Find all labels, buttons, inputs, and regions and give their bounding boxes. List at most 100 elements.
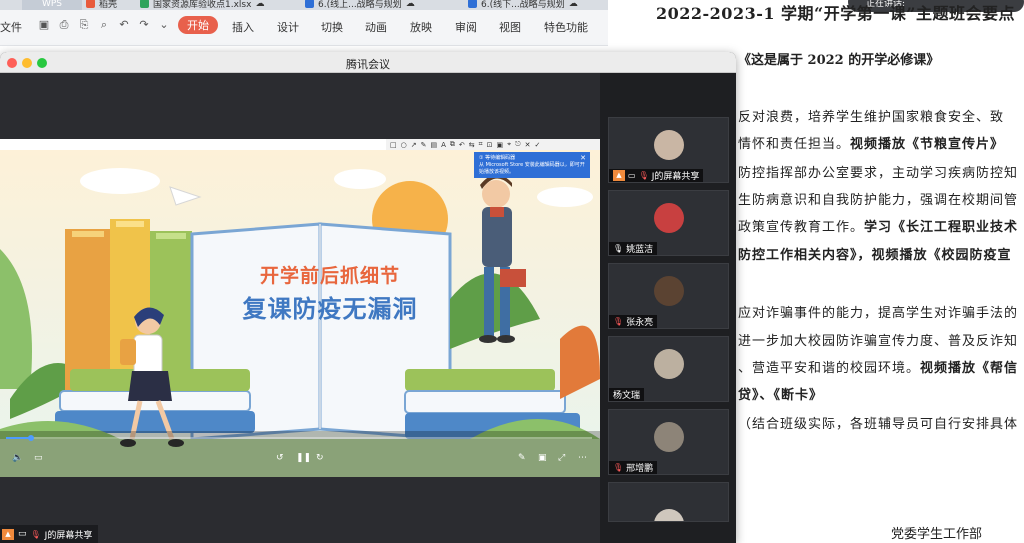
rectangle-tool-icon[interactable]: □ xyxy=(390,141,397,149)
crop-icon[interactable]: ⌗ xyxy=(479,140,483,149)
line-bold: 防控工作相关内容》，视频播放《校园防疫宣 xyxy=(738,248,1012,263)
share-icon[interactable]: ⎋ xyxy=(515,140,521,149)
confirm-icon[interactable]: ✓ xyxy=(534,141,540,149)
undo-icon[interactable]: ↶ xyxy=(459,141,465,149)
close-icon[interactable]: ✕ xyxy=(525,141,531,149)
participant-list: ▲ ▭ 🎙 J的屏幕共享 🎙 姚蓝洁 🎙 张永亮 杨文瑞 🎙 邢增鹏 xyxy=(600,73,736,543)
redo-icon[interactable]: ↷ xyxy=(138,19,150,31)
pen-icon[interactable]: ✎ xyxy=(518,453,526,463)
participant-tile[interactable]: 🎙 张永亮 xyxy=(608,263,729,329)
progress-fill xyxy=(6,437,30,439)
menu-slideshow[interactable]: 放映 xyxy=(410,19,432,35)
screen-share-indicator[interactable]: ▲ ▭ 🎙 J的屏幕共享 xyxy=(0,525,99,543)
menu-animation[interactable]: 动画 xyxy=(365,19,387,35)
document-line: （结合班级实际，各班辅导员可自行安排具体 xyxy=(738,413,1018,432)
participant-label: ▲ ▭ 🎙 J的屏幕共享 xyxy=(609,169,704,182)
menu-transition[interactable]: 切换 xyxy=(321,19,343,35)
scan-icon[interactable]: ⊡ xyxy=(487,141,493,149)
participant-tile[interactable] xyxy=(608,482,729,522)
save-icon[interactable]: ▣ xyxy=(496,141,503,149)
pin-icon[interactable]: ⌖ xyxy=(507,140,511,149)
xlsx-tab[interactable]: 国家资源库验收点1.xlsx ☁ xyxy=(140,0,264,10)
slide-headline-primary: 开学前后抓细节 xyxy=(259,265,400,287)
progress-bar[interactable] xyxy=(6,437,592,439)
arrow-tool-icon[interactable]: ↗ xyxy=(411,141,417,149)
doc-tab-online[interactable]: 6.(线上...战略与规划 ☁ xyxy=(305,0,415,10)
forward-icon[interactable]: ↻ xyxy=(316,453,324,463)
participant-tile[interactable]: 杨文瑞 xyxy=(608,336,729,402)
text-tool-icon[interactable]: A xyxy=(441,141,446,149)
slide-headline-secondary: 复课防疫无漏洞 xyxy=(242,295,418,323)
preview-icon[interactable]: ⌕ xyxy=(98,19,110,31)
notification-body: 从 Microsoft Store 安装此编辑码器以，即可开始播放该视频。 xyxy=(479,162,585,175)
cloud-icon: ☁ xyxy=(255,0,265,9)
menu-start[interactable]: 开始 xyxy=(178,16,218,34)
participant-label: 🎙 姚蓝洁 xyxy=(609,242,658,255)
volume-icon[interactable]: 🔈 xyxy=(12,453,23,463)
chevron-down-icon[interactable]: ⌄ xyxy=(158,19,170,31)
line-text: 防控指挥部办公室要求，主动学习疾病防控知 xyxy=(738,166,1019,181)
menu-file[interactable]: 文件 xyxy=(0,19,22,35)
pip-icon[interactable]: ▣ xyxy=(538,453,547,463)
line-text: 反对浪费，培养学生维护国家粮食安全、致 xyxy=(738,110,1005,125)
circle-tool-icon[interactable]: ○ xyxy=(401,141,407,149)
subtitles-icon[interactable]: ▭ xyxy=(34,453,43,463)
window-title: 腾讯会议 xyxy=(346,58,390,71)
screen-share-badge-icon: ▲ xyxy=(2,528,14,540)
pen-tool-icon[interactable]: ✎ xyxy=(421,141,427,149)
save-icon[interactable]: ▣ xyxy=(38,19,50,31)
wps-tab-label: 国家资源库验收点1.xlsx xyxy=(153,0,252,10)
document-line: 防控指挥部办公室要求，主动学习疾病防控知 xyxy=(738,162,1018,181)
menu-design[interactable]: 设计 xyxy=(277,19,299,35)
participant-tile[interactable]: 🎙 邢增鹏 xyxy=(608,409,729,475)
participant-label: 杨文瑞 xyxy=(609,388,645,401)
participant-name: 杨文瑞 xyxy=(613,391,641,401)
codec-notification[interactable]: ① 等待编辑码器 从 Microsoft Store 安装此编辑码器以，即可开始… xyxy=(474,152,590,178)
line-text: 、营造平安和谐的校园环境。 xyxy=(738,361,921,376)
progress-handle[interactable] xyxy=(28,435,34,441)
wps-tab-bar: WPS 稻壳 国家资源库验收点1.xlsx ☁ 6.(线上...战略与规划 ☁ … xyxy=(0,0,608,10)
marker-tool-icon[interactable]: ▤ xyxy=(430,141,437,149)
document-icon xyxy=(305,0,314,8)
translate-icon[interactable]: ⇆ xyxy=(469,141,475,149)
avatar xyxy=(654,422,684,452)
participant-label: 🎙 张永亮 xyxy=(609,315,658,328)
document-line: 进一步加大校园防诈骗宣传力度、普及反诈知 xyxy=(738,330,1018,349)
export-pdf-icon[interactable]: ⎙ xyxy=(58,19,70,31)
meeting-window: 腾讯会议 开学前后抓细节 复课防疫无漏洞 □ ○ ↗ ✎ ▤ A ⧉ ↶ ⇆ ⌗… xyxy=(0,52,736,543)
shared-screen[interactable]: 开学前后抓细节 复课防疫无漏洞 □ ○ ↗ ✎ ▤ A ⧉ ↶ ⇆ ⌗ ⊡ ▣ … xyxy=(0,139,600,477)
fullscreen-icon[interactable]: ⤢ xyxy=(558,453,565,463)
line-text: 情怀和责任担当。 xyxy=(738,137,851,152)
document-line: 情怀和责任担当。视频播放《节粮宣传片》 xyxy=(738,133,1004,152)
close-icon[interactable]: ✕ xyxy=(580,155,586,162)
spreadsheet-icon xyxy=(140,0,149,8)
wps-home-tab[interactable]: WPS xyxy=(22,0,82,10)
window-titlebar[interactable]: 腾讯会议 xyxy=(0,52,736,73)
line-text: 应对诈骗事件的能力，提高学生对诈骗手法的 xyxy=(738,306,1019,321)
participant-tile[interactable]: 🎙 姚蓝洁 xyxy=(608,190,729,256)
avatar xyxy=(654,130,684,160)
print-icon[interactable]: ⎘ xyxy=(78,19,90,31)
menu-special[interactable]: 特色功能 xyxy=(544,19,588,35)
mic-muted-icon: 🎙 xyxy=(613,317,624,326)
rewind-icon[interactable]: ↺ xyxy=(276,453,284,463)
menu-review[interactable]: 审阅 xyxy=(455,19,477,35)
menu-view[interactable]: 视图 xyxy=(499,19,521,35)
video-controls: 🔈 ▭ ↺ ❚❚ ↻ ✎ ▣ ⤢ ⋯ xyxy=(0,431,600,477)
participant-tile[interactable]: ▲ ▭ 🎙 J的屏幕共享 xyxy=(608,117,729,183)
docer-tab[interactable]: 稻壳 xyxy=(86,0,117,10)
undo-icon[interactable]: ↶ xyxy=(118,19,130,31)
pause-icon[interactable]: ❚❚ xyxy=(296,453,311,463)
participant-name: J的屏幕共享 xyxy=(651,172,700,182)
doc-tab-offline[interactable]: 6.(线下...战略与规划 ☁ xyxy=(468,0,578,10)
line-text: 进一步加大校园防诈骗宣传力度、普及反诈知 xyxy=(738,334,1019,349)
docer-icon xyxy=(86,0,95,8)
line-text: （结合班级实际，各班辅导员可自行安排具体 xyxy=(738,417,1019,432)
screen-share-label: J的屏幕共享 xyxy=(44,530,93,541)
copy-icon[interactable]: ⧉ xyxy=(450,140,455,149)
screen-icon: ▭ xyxy=(18,529,27,539)
menu-insert[interactable]: 插入 xyxy=(232,19,254,35)
wps-tab-label: 6.(线下...战略与规划 xyxy=(481,0,565,10)
document-line: 反对浪费，培养学生维护国家粮食安全、致 xyxy=(738,106,1004,125)
more-icon[interactable]: ⋯ xyxy=(578,453,587,463)
